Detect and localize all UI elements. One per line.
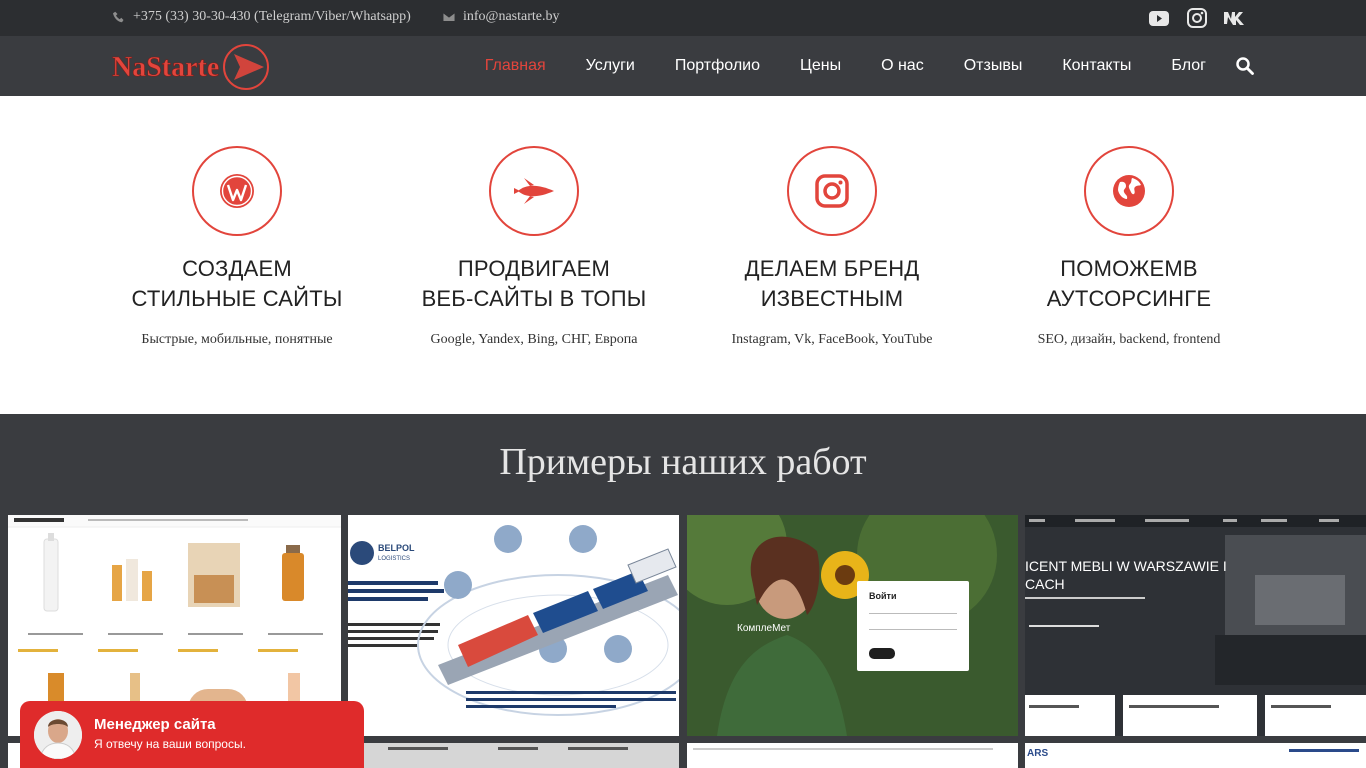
feature-seo: ПРОДВИГАЕМ ВЕБ-САЙТЫ В ТОПЫ Google, Yande… [384, 146, 684, 348]
main-navbar: NaStarte Главная Услуги Портфолио Цены О… [0, 36, 1366, 96]
feature-icon-circle [192, 146, 282, 236]
svg-text:LOGISTICS: LOGISTICS [378, 556, 410, 562]
phone-contact[interactable]: +375 (33) 30-30-430 (Telegram/Viber/What… [113, 9, 411, 25]
social-links [1148, 7, 1246, 29]
svg-text:NaStarte: NaStarte [112, 52, 219, 83]
wordpress-icon [220, 174, 254, 208]
portfolio-tile-row2-4[interactable]: ARS [1025, 743, 1366, 768]
portfolio-tile-row2-3[interactable] [687, 743, 1018, 768]
envelope-icon [443, 12, 455, 22]
instagram-icon [815, 174, 849, 208]
portfolio-tile-komplemet[interactable]: КомплеМет Войти [687, 515, 1018, 736]
email-text: info@nastarte.by [463, 9, 560, 24]
nav-home[interactable]: Главная [485, 57, 546, 75]
chat-subtitle: Я отвечу на ваши вопросы. [94, 737, 246, 751]
feature-title: ДЕЛАЕМ БРЕНД ИЗВЕСТНЫМ [744, 256, 920, 311]
feature-title: СОЗДАЕМ СТИЛЬНЫЕ САЙТЫ [131, 256, 343, 311]
site-logo[interactable]: NaStarte [112, 42, 272, 92]
top-bar: +375 (33) 30-30-430 (Telegram/Viber/What… [0, 0, 1366, 36]
feature-icon-circle [1084, 146, 1174, 236]
feature-title: ПОМОЖЕМВ АУТСОРСИНГЕ [1046, 256, 1212, 311]
features-section: СОЗДАЕМ СТИЛЬНЫЕ САЙТЫ Быстрые, мобильные… [0, 96, 1366, 414]
feature-subtitle: SEO, дизайн, backend, frontend [1037, 332, 1221, 347]
vk-icon[interactable] [1224, 7, 1246, 29]
feature-title: ПРОДВИГАЕМ ВЕБ-САЙТЫ В ТОПЫ [421, 256, 647, 311]
instagram-icon[interactable] [1186, 7, 1208, 29]
phone-text: +375 (33) 30-30-430 (Telegram/Viber/What… [133, 9, 411, 24]
chat-widget[interactable]: Менеджер сайта Я отвечу на ваши вопросы. [20, 701, 364, 768]
nav-contacts[interactable]: Контакты [1062, 57, 1131, 75]
svg-text:Войти: Войти [869, 591, 896, 601]
phone-icon [113, 11, 124, 23]
svg-text:КомплеМет: КомплеМет [737, 623, 791, 634]
portfolio-tile-logistics[interactable]: BELPOL LOGISTICS [348, 515, 679, 736]
nav-about[interactable]: О нас [881, 57, 924, 75]
feature-icon-circle [489, 146, 579, 236]
nav-portfolio[interactable]: Портфолио [675, 57, 760, 75]
globe-icon [1113, 175, 1145, 207]
feature-branding: ДЕЛАЕМ БРЕНД ИЗВЕСТНЫМ Instagram, Vk, Fac… [682, 146, 982, 348]
svg-text:ICENT MEBLI W WARSZAWIE I: ICENT MEBLI W WARSZAWIE I [1025, 558, 1227, 574]
nav-reviews[interactable]: Отзывы [964, 57, 1023, 75]
nav-blog[interactable]: Блог [1171, 57, 1206, 75]
portfolio-title: Примеры наших работ [499, 441, 867, 483]
feature-subtitle: Быстрые, мобильные, понятные [141, 332, 333, 347]
feature-subtitle: Instagram, Vk, FaceBook, YouTube [731, 332, 933, 347]
manager-avatar [34, 711, 82, 759]
feature-outsourcing: ПОМОЖЕМВ АУТСОРСИНГЕ SEO, дизайн, backend… [979, 146, 1279, 348]
svg-text:BELPOL: BELPOL [378, 543, 415, 553]
feature-websites: СОЗДАЕМ СТИЛЬНЫЕ САЙТЫ Быстрые, мобильные… [87, 146, 387, 348]
feature-icon-circle [787, 146, 877, 236]
feature-subtitle: Google, Yandex, Bing, СНГ, Европа [430, 332, 638, 347]
nav-prices[interactable]: Цены [800, 57, 841, 75]
rocket-icon [514, 178, 554, 204]
svg-text:ARS: ARS [1027, 748, 1048, 759]
nav-services[interactable]: Услуги [586, 57, 635, 75]
main-menu: Главная Услуги Портфолио Цены О нас Отзы… [485, 36, 1206, 96]
chat-title: Менеджер сайта [94, 716, 216, 733]
portfolio-tile-row2-2[interactable] [348, 743, 679, 768]
youtube-icon[interactable] [1148, 7, 1170, 29]
email-contact[interactable]: info@nastarte.by [443, 9, 559, 25]
portfolio-tile-furniture[interactable]: ICENT MEBLI W WARSZAWIE I CACH [1025, 515, 1366, 736]
search-icon[interactable] [1236, 57, 1254, 75]
svg-text:CACH: CACH [1025, 576, 1065, 592]
